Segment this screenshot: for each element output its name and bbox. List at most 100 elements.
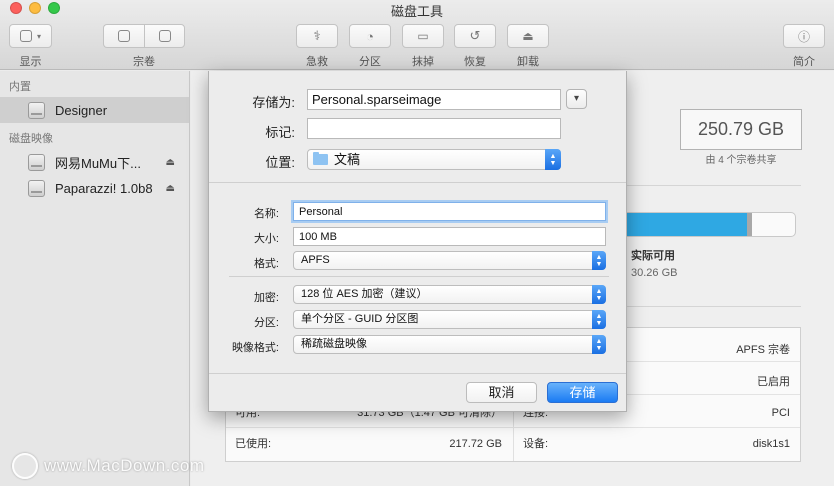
volume-label: 宗卷 (133, 56, 155, 68)
info-label: 简介 (793, 56, 815, 68)
watermark: www.MacDown.com (12, 453, 205, 479)
partition-button[interactable]: ◔ (349, 24, 391, 48)
capacity-subtitle: 由 4 个宗卷共享 (705, 155, 777, 166)
info-connection-value: PCI (771, 407, 790, 419)
eject-icon[interactable]: ⏏ (166, 183, 175, 194)
encryption-label: 加密: (253, 292, 279, 304)
add-volume-button[interactable] (103, 24, 144, 48)
cancel-button[interactable]: 取消 (466, 382, 537, 403)
dialog-divider (209, 182, 626, 183)
sidebar-item-designer[interactable]: Designer (0, 97, 189, 123)
view-button[interactable]: ▾ (9, 24, 52, 48)
dialog-divider (229, 276, 609, 277)
first-aid-control: ⚕ 急救 (296, 24, 338, 69)
info-device-label: 设备: (523, 438, 549, 450)
first-aid-button[interactable]: ⚕ (296, 24, 338, 48)
partition-icon: ◔ (366, 28, 374, 44)
sidebar-item-paparazzi[interactable]: Paparazzi! 1.0b8 ⏏ (0, 175, 189, 201)
location-value: 文稿 (334, 152, 361, 167)
info-owners-value: 已启用 (757, 376, 790, 388)
location-popup[interactable]: 文稿 ▲ ▼ (307, 149, 561, 170)
unmount-button[interactable]: ⏏ (507, 24, 549, 48)
popup-arrows-icon: ▲ ▼ (592, 310, 606, 329)
name-field[interactable] (293, 202, 606, 221)
popup-arrows-icon: ▲ ▼ (545, 149, 561, 170)
sidebar-item-mumu[interactable]: 网易MuMu下... ⏏ (0, 149, 189, 175)
available-value: 30.26 GB (631, 267, 678, 279)
size-label: 大小: (253, 233, 279, 245)
partition-value: 单个分区 - GUID 分区图 (301, 313, 419, 325)
image-format-popup[interactable]: 稀疏磁盘映像 ▲ ▼ (293, 335, 606, 354)
format-popup[interactable]: APFS ▲ ▼ (293, 251, 606, 270)
restore-icon: ↺ (469, 28, 481, 43)
watermark-text: www.MacDown.com (44, 456, 205, 475)
partition-popup[interactable]: 单个分区 - GUID 分区图 ▲ ▼ (293, 310, 606, 329)
partition-control: ◔ 分区 (349, 24, 391, 69)
disk-image-icon (28, 179, 45, 197)
sidebar-item-label: 网易MuMu下... (55, 155, 141, 171)
usage-bar (625, 212, 796, 237)
format-label: 格式: (253, 258, 279, 270)
popup-arrows-icon: ▲ ▼ (592, 335, 606, 354)
info-used-label: 已使用: (235, 438, 272, 450)
volume-control: 宗卷 (103, 24, 185, 69)
sidebar-header-internal: 内置 (9, 81, 31, 93)
sidebar-header-disk-images: 磁盘映像 (9, 133, 53, 145)
restore-button[interactable]: ↺ (454, 24, 496, 48)
remove-volume-icon (158, 30, 171, 42)
info-icon: ⓘ (797, 29, 810, 44)
image-format-value: 稀疏磁盘映像 (301, 338, 367, 350)
erase-control: ▭ 抹掉 (402, 24, 444, 69)
eject-icon[interactable]: ⏏ (166, 157, 175, 168)
capacity-box: 250.79 GB (680, 109, 802, 150)
internal-disk-icon (28, 101, 45, 119)
stethoscope-icon: ⚕ (313, 28, 321, 43)
info-device-value: disk1s1 (752, 438, 790, 450)
unmount-control: ⏏ 卸载 (507, 24, 549, 69)
sidebar-icon (19, 30, 32, 42)
tags-label: 标记: (265, 125, 295, 140)
window-toolbar: 磁盘工具 ▾ 显示 宗卷 ⚕ 急救 ◔ 分区 ▭ 抹掉 ↺ 恢复 ⏏ 卸载 ⓘ … (0, 0, 834, 70)
location-label: 位置: (265, 155, 295, 170)
popup-arrows-icon: ▲ ▼ (592, 251, 606, 270)
expand-save-panel-button[interactable]: ▾ (566, 89, 587, 109)
image-format-label: 映像格式: (231, 342, 279, 354)
erase-label: 抹掉 (412, 56, 434, 68)
info-row-divider (226, 427, 800, 428)
name-label: 名称: (253, 208, 279, 220)
info-control: ⓘ 简介 (783, 24, 825, 69)
window-title: 磁盘工具 (390, 4, 443, 19)
erase-icon: ▭ (417, 29, 429, 43)
unmount-icon: ⏏ (522, 29, 534, 43)
sidebar: 内置 Designer 磁盘映像 网易MuMu下... ⏏ Paparazzi!… (0, 71, 190, 486)
view-label: 显示 (19, 56, 42, 68)
add-volume-icon (118, 30, 130, 42)
available-label: 实际可用 (631, 250, 675, 262)
size-field[interactable] (293, 227, 606, 246)
info-button[interactable]: ⓘ (783, 24, 825, 48)
info-used-value: 217.72 GB (449, 438, 502, 450)
remove-volume-button[interactable] (144, 24, 185, 48)
sidebar-item-label: Paparazzi! 1.0b8 (55, 180, 153, 196)
new-image-dialog: 存储为: ▾ 标记: 位置: 文稿 ▲▼ 名称: 大小: 格式: APFS ▲▼… (208, 71, 627, 412)
chevron-down-icon: ▾ (36, 31, 41, 41)
erase-button[interactable]: ▭ (402, 24, 444, 48)
folder-icon (313, 152, 328, 165)
restore-label: 恢复 (464, 56, 486, 68)
view-control: ▾ 显示 (9, 24, 52, 69)
usage-bar-purgeable (747, 213, 753, 236)
save-button[interactable]: 存储 (547, 382, 618, 403)
save-as-field[interactable] (307, 89, 561, 110)
restore-control: ↺ 恢复 (454, 24, 496, 69)
tags-field[interactable] (307, 118, 561, 139)
encryption-popup[interactable]: 128 位 AES 加密（建议） ▲ ▼ (293, 285, 606, 304)
partition-toolbar-label: 分区 (359, 56, 381, 68)
unmount-label: 卸载 (517, 56, 539, 68)
macdown-logo-icon (12, 453, 38, 479)
save-as-label: 存储为: (252, 95, 295, 110)
partition-label: 分区: (253, 317, 279, 329)
popup-arrows-icon: ▲ ▼ (592, 285, 606, 304)
sidebar-item-label: Designer (55, 102, 108, 118)
format-value: APFS (301, 254, 330, 266)
disk-image-icon (28, 153, 45, 171)
